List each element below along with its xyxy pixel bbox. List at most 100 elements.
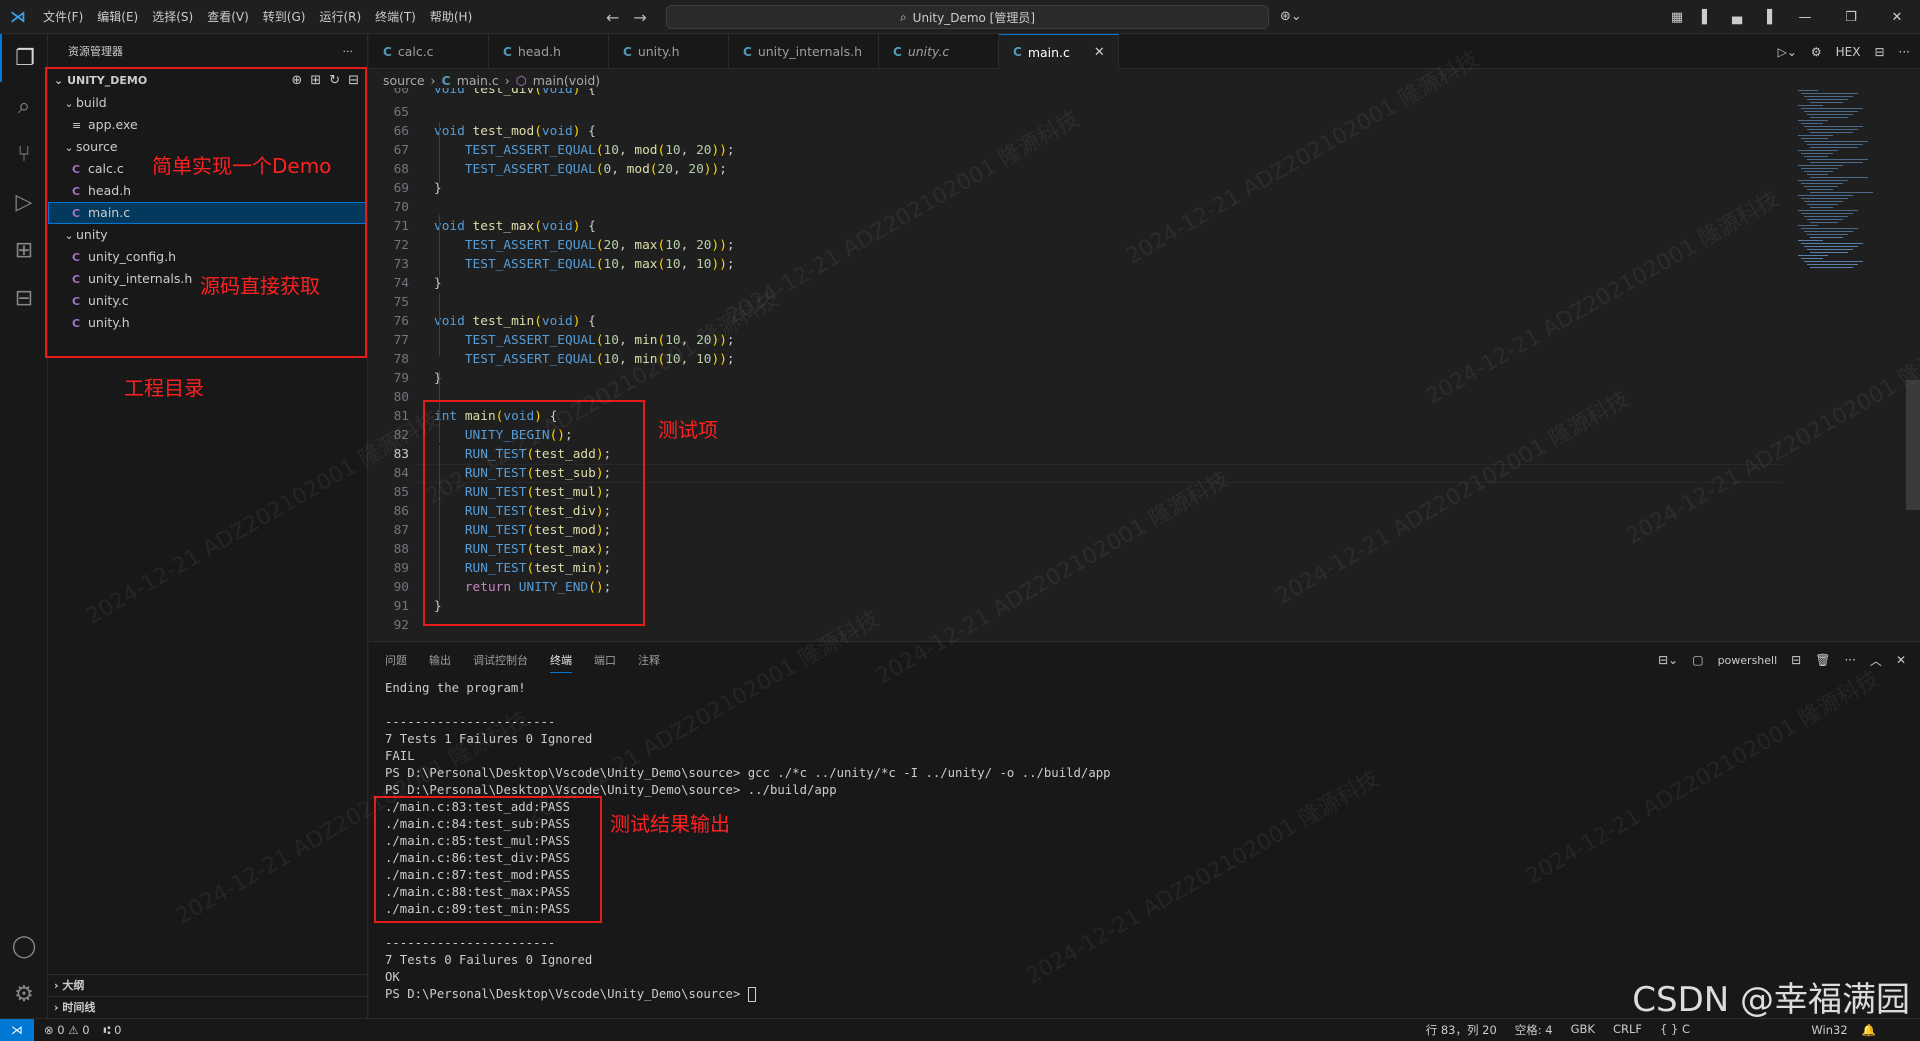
code-text: TEST_ASSERT_EQUAL(10, max(10, 10)); (464, 257, 735, 272)
minimap-line (1810, 267, 1853, 268)
tab-unity-h[interactable]: Cunity.h (609, 34, 729, 69)
minimap-line (1801, 198, 1848, 199)
outline-section[interactable]: › 大纲 (48, 974, 367, 996)
explorer-icon[interactable]: ❐ (0, 34, 48, 82)
gear-icon[interactable]: ⚙ (1811, 45, 1822, 59)
menu-item[interactable]: 转到(G) (256, 0, 313, 34)
notifications-icon[interactable]: 🔔 (1862, 1023, 1876, 1037)
code-line: 69} (369, 179, 1789, 198)
timeline-section[interactable]: › 时间线 (48, 996, 367, 1018)
split-editor-icon[interactable]: ⊟ (1874, 45, 1884, 59)
split-icon[interactable]: ⊟ (1791, 653, 1801, 667)
more-icon[interactable]: ··· (1899, 45, 1910, 59)
menu-item[interactable]: 文件(F) (36, 0, 90, 34)
more-icon[interactable]: ··· (343, 34, 354, 70)
panel-tab[interactable]: 问题 (385, 652, 407, 668)
terminal-line: ./main.c:86:test_div:PASS (385, 851, 571, 865)
panel-tab[interactable]: 注释 (638, 652, 660, 668)
problems-status[interactable]: ⊗ 0 ⚠ 0 (44, 1023, 90, 1037)
line-number: 86 (393, 504, 409, 519)
command-center-label: Unity_Demo [管理员] (912, 10, 1036, 25)
encoding[interactable]: GBK (1571, 1022, 1595, 1038)
run-icon[interactable]: ▷⌄ (1778, 45, 1797, 59)
trash-icon[interactable]: 🗑 (1815, 653, 1830, 667)
minimap-line (1804, 216, 1848, 217)
remote-explorer-icon[interactable]: ⊟ (0, 274, 48, 322)
line-number: 85 (393, 485, 409, 500)
indentation[interactable]: 空格: 4 (1515, 1022, 1553, 1038)
close-window-icon[interactable]: ✕ (1874, 10, 1920, 25)
code-line: 65 (369, 103, 1789, 122)
copilot-icon[interactable]: ⊛⌄ (1280, 0, 1302, 34)
annotation-project-dir: 工程目录 (124, 376, 204, 400)
gear-icon[interactable]: ⚙ (0, 970, 48, 1018)
extensions-icon[interactable]: ⊞ (0, 226, 48, 274)
code-line: 76 void test_min(void) { (369, 312, 1789, 331)
layout-icon[interactable]: ▦ (1662, 10, 1692, 25)
search-icon[interactable]: ⌕ (0, 82, 48, 130)
menu-item[interactable]: 查看(V) (200, 0, 256, 34)
close-panel-icon[interactable]: ✕ (1896, 653, 1906, 667)
minimap-line (1810, 117, 1848, 118)
tab-unity-internals-h[interactable]: Cunity_internals.h (729, 34, 879, 69)
ports-status[interactable]: ⑆ 0 (104, 1023, 122, 1037)
csdn-watermark: CSDN @幸福满园 (1632, 980, 1910, 1020)
chevron-right-icon: › (54, 1001, 59, 1014)
toggle-secondary-sidebar-icon[interactable]: ▐ (1752, 10, 1782, 25)
platform[interactable]: Win32 (1811, 1023, 1847, 1037)
line-number: 82 (393, 428, 409, 443)
restore-icon[interactable]: ❐ (1828, 10, 1874, 25)
minimap-line (1807, 204, 1838, 205)
forward-arrow-icon[interactable]: → (633, 8, 646, 27)
menu-item[interactable]: 终端(T) (368, 0, 423, 34)
remote-indicator-icon[interactable]: ⋊ (0, 1018, 34, 1041)
terminal-output[interactable]: Ending the program! ---------------------… (385, 680, 1885, 1003)
minimap-line (1810, 252, 1848, 253)
terminal-cursor (747, 987, 756, 1002)
minimap-line (1801, 243, 1863, 244)
tab-calc-c[interactable]: Ccalc.c (369, 34, 489, 69)
menu-item[interactable]: 运行(R) (312, 0, 368, 34)
minimap-line (1807, 129, 1858, 130)
toggle-sidebar-icon[interactable]: ▌ (1692, 10, 1722, 25)
more-icon[interactable]: ··· (1844, 653, 1855, 667)
tab-main-c[interactable]: Cmain.c ✕ (999, 34, 1119, 69)
language-mode[interactable]: { } C (1660, 1022, 1690, 1038)
line-ending[interactable]: CRLF (1613, 1022, 1642, 1038)
vscode-logo-icon: ⋊ (10, 7, 26, 26)
menu-item[interactable]: 帮助(H) (423, 0, 479, 34)
panel-tab[interactable]: 输出 (429, 652, 451, 668)
code-text: void test_max(void) { (434, 219, 596, 234)
cursor-position[interactable]: 行 83，列 20 (1426, 1022, 1497, 1038)
run-debug-icon[interactable]: ▷ (0, 178, 48, 226)
panel-tab[interactable]: 调试控制台 (473, 652, 528, 668)
c-file-icon: C (503, 44, 512, 59)
line-number: 88 (393, 542, 409, 557)
toggle-panel-icon[interactable]: ▄ (1722, 10, 1752, 25)
minimap-line (1801, 153, 1833, 154)
maximize-panel-icon[interactable]: ︿ (1870, 652, 1882, 669)
menu-item[interactable]: 选择(S) (145, 0, 200, 34)
minimap[interactable] (1790, 88, 1905, 640)
panel-tab[interactable]: 端口 (594, 652, 616, 668)
back-arrow-icon[interactable]: ← (606, 8, 619, 27)
annotation-source: 源码直接获取 (200, 274, 320, 298)
tab-head-h[interactable]: Chead.h (489, 34, 609, 69)
editor-scrollbar[interactable] (1906, 380, 1920, 510)
minimap-line (1810, 102, 1843, 103)
minimap-line (1798, 90, 1818, 91)
command-center[interactable]: ⌕ Unity_Demo [管理员] (666, 5, 1269, 29)
minimap-line (1807, 189, 1833, 190)
panel-tab[interactable]: 终端 (550, 652, 572, 673)
close-icon[interactable]: ✕ (1094, 45, 1105, 60)
menu-item[interactable]: 编辑(E) (90, 0, 145, 34)
account-icon[interactable]: ◯ (0, 922, 48, 970)
hex-button[interactable]: HEX (1836, 45, 1861, 59)
source-control-icon[interactable]: ⑂ (0, 130, 48, 178)
line-number: 68 (393, 162, 409, 177)
terminal-shell-label[interactable]: powershell (1718, 654, 1778, 667)
tab-label: unity.c (907, 44, 950, 59)
split-terminal-icon[interactable]: ⊟⌄ (1658, 653, 1678, 667)
minimize-icon[interactable]: — (1782, 10, 1828, 25)
tab-unity-c[interactable]: Cunity.c (879, 34, 999, 69)
